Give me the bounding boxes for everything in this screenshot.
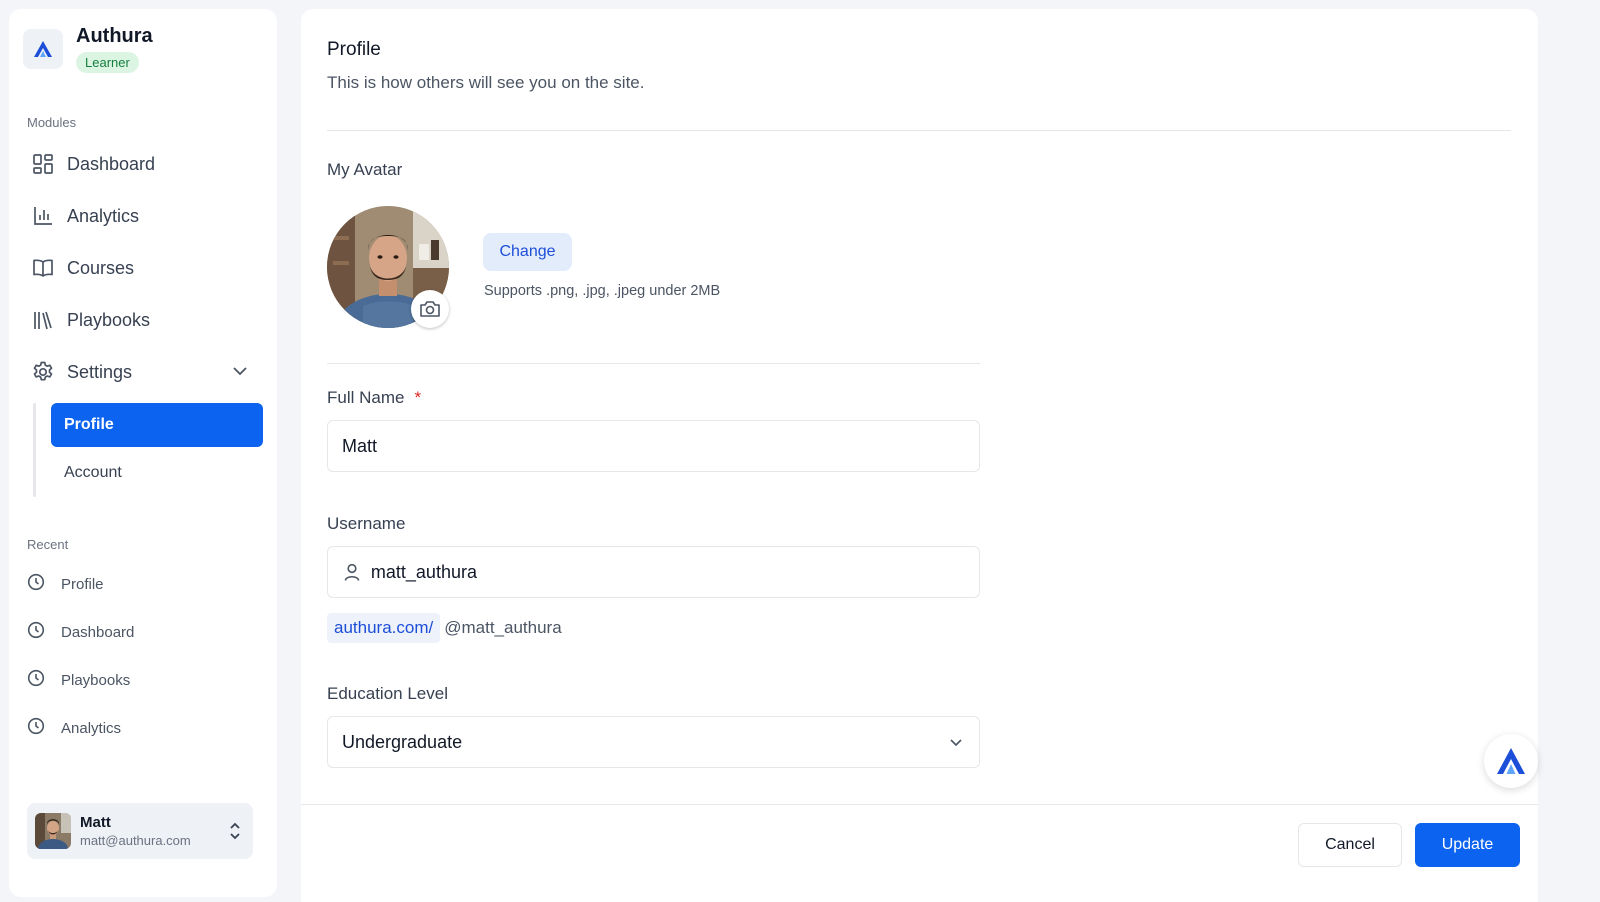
recent-item-analytics[interactable]: Analytics (27, 713, 121, 743)
full-name-field[interactable] (327, 420, 980, 472)
user-icon (342, 562, 365, 582)
sidebar-item-label: Playbooks (67, 309, 151, 330)
clock-icon (27, 621, 45, 643)
brand-name: Authura (76, 25, 153, 47)
brand-logo-icon[interactable] (23, 29, 63, 69)
username-label: Username (327, 514, 406, 533)
sidebar-item-analytics[interactable]: Analytics (23, 194, 263, 238)
divider (327, 363, 980, 364)
url-handle: @matt_authura (444, 618, 562, 637)
page-subtitle: This is how others will see you on the s… (327, 73, 645, 92)
recent-item-dashboard[interactable]: Dashboard (27, 617, 134, 647)
modules-section-label: Modules (27, 115, 77, 130)
recent-item-playbooks[interactable]: Playbooks (27, 665, 130, 695)
avatar (35, 813, 71, 849)
username-field[interactable] (327, 546, 980, 598)
url-prefix: authura.com/ (327, 613, 441, 643)
chevron-down-icon[interactable] (231, 362, 249, 385)
clock-icon (27, 669, 45, 691)
full-name-label-text: Full Name (327, 388, 405, 407)
recent-item-label: Profile (61, 575, 104, 593)
user-menu[interactable]: Matt matt@authura.com (27, 803, 253, 859)
sidebar-item-playbooks[interactable]: Playbooks (23, 298, 263, 342)
footer-divider (301, 804, 1538, 805)
recent-item-label: Playbooks (61, 671, 131, 689)
education-level-value: Undergraduate (342, 731, 463, 752)
profile-url: authura.com/ @matt_authura (327, 613, 562, 643)
sidebar-item-courses[interactable]: Courses (23, 246, 263, 290)
book-open-icon (23, 257, 63, 279)
education-level-label: Education Level (327, 684, 448, 703)
brand: Authura Learner (23, 25, 153, 73)
dashboard-icon (23, 153, 63, 175)
clock-icon (27, 717, 45, 739)
recent-item-label: Analytics (61, 719, 122, 737)
sidebar-item-label: Settings (67, 361, 133, 382)
submenu-guide-line (33, 403, 36, 497)
library-icon (23, 309, 63, 331)
update-button[interactable]: Update (1415, 823, 1520, 867)
avatar-label: My Avatar (327, 160, 403, 179)
required-marker: * (414, 388, 422, 407)
sidebar-item-dashboard[interactable]: Dashboard (23, 142, 263, 186)
profile-panel: Profile This is how others will see you … (301, 9, 1538, 902)
avatar-support-text: Supports .png, .jpg, .jpeg under 2MB (484, 283, 721, 299)
full-name-input[interactable] (342, 435, 979, 457)
sidebar-subitem-account[interactable]: Account (51, 451, 263, 495)
sidebar-item-label: Courses (67, 257, 135, 278)
recent-item-label: Dashboard (61, 623, 135, 641)
page-title: Profile (327, 39, 381, 60)
recent-item-profile[interactable]: Profile (27, 569, 104, 599)
chevron-down-icon (949, 735, 963, 754)
sidebar-subitem-profile[interactable]: Profile (51, 403, 263, 447)
education-level-select[interactable]: Undergraduate (327, 716, 980, 768)
sidebar-item-settings[interactable]: Settings (23, 350, 263, 394)
camera-icon[interactable] (411, 290, 449, 328)
sidebar-item-label: Analytics (67, 205, 140, 226)
change-avatar-button[interactable]: Change (483, 233, 572, 271)
assistant-logo-icon[interactable] (1484, 734, 1538, 788)
role-badge: Learner (76, 52, 139, 73)
avatar-uploader[interactable] (327, 206, 449, 328)
bar-chart-icon (23, 205, 63, 227)
username-input[interactable] (370, 561, 979, 583)
full-name-label: Full Name * (327, 388, 421, 408)
sidebar: Authura Learner Modules Dashboard Analyt… (9, 9, 277, 897)
cancel-button[interactable]: Cancel (1298, 823, 1402, 867)
sidebar-item-label: Dashboard (67, 153, 156, 174)
divider (327, 130, 1511, 131)
gear-icon (23, 360, 63, 384)
user-email: matt@authura.com (80, 833, 191, 848)
user-name: Matt (80, 814, 111, 831)
chevrons-up-down-icon[interactable] (227, 821, 243, 846)
clock-icon (27, 573, 45, 595)
recent-section-label: Recent (27, 537, 69, 552)
